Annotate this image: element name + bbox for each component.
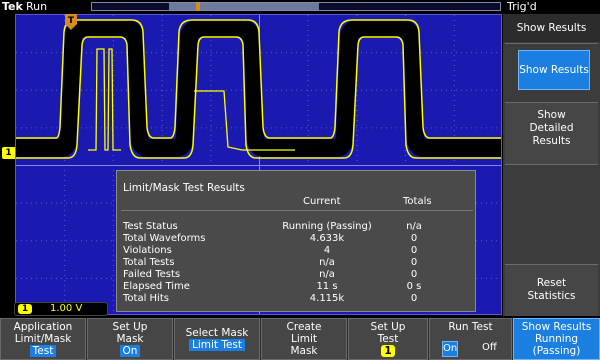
row-current: n/a xyxy=(319,269,335,280)
button-label-line: Statistics xyxy=(527,290,576,302)
side-menu: Show Results Show Results Show Detailed … xyxy=(503,14,600,316)
results-row: Failed Tests n/a 0 xyxy=(117,269,477,281)
row-current: n/a xyxy=(319,257,335,268)
row-label: Elapsed Time xyxy=(123,281,190,292)
record-trigger-marker xyxy=(196,2,200,11)
results-title: Limit/Mask Test Results xyxy=(123,182,245,194)
button-label-line: Run Test xyxy=(448,321,493,333)
button-label-line: (Passing) xyxy=(532,345,581,357)
trigger-position-icon[interactable]: T xyxy=(64,13,78,31)
button-label-line: Test xyxy=(377,333,399,345)
button-label-line: Results xyxy=(532,135,571,147)
results-row: Test Status Running (Passing) n/a xyxy=(117,221,477,233)
row-label: Failed Tests xyxy=(123,269,181,280)
show-results-button[interactable]: Show Results Running (Passing) xyxy=(513,318,600,360)
row-totals: 0 xyxy=(410,245,418,256)
button-label-line: Limit xyxy=(290,333,318,345)
application-button[interactable]: Application Limit/Mask Test xyxy=(0,318,86,360)
brand-logo: Tek xyxy=(2,0,23,13)
status-bar: Tek Run Trig'd xyxy=(0,0,600,14)
button-label-line: Mask xyxy=(116,333,144,345)
results-panel: Limit/Mask Test Results Current Totals T… xyxy=(116,170,476,312)
button-value: Limit Test xyxy=(188,339,246,351)
row-totals: 0 xyxy=(410,269,418,280)
record-view-bar[interactable] xyxy=(91,2,501,11)
button-label-line: Mask xyxy=(290,345,318,357)
button-label-line: Set Up xyxy=(370,321,406,333)
row-current: 4 xyxy=(323,245,331,256)
side-empty-slot xyxy=(505,164,598,264)
side-show-detailed-results-button[interactable]: Show Detailed Results xyxy=(505,102,598,164)
results-row: Violations 4 0 xyxy=(117,245,477,257)
bottom-menu: Application Limit/Mask Test Set Up Mask … xyxy=(0,318,600,360)
column-current: Current xyxy=(303,196,341,207)
row-label: Violations xyxy=(123,245,172,256)
row-totals: n/a xyxy=(406,221,422,232)
button-label-line: Show Results xyxy=(521,321,592,333)
button-label-line: Show xyxy=(537,109,566,121)
results-row: Total Tests n/a 0 xyxy=(117,257,477,269)
record-view-window[interactable] xyxy=(169,3,319,10)
channel1-chip: 1 xyxy=(18,304,32,314)
row-totals: 0 xyxy=(410,257,418,268)
row-label: Total Tests xyxy=(123,257,175,268)
trigger-marker-label: T xyxy=(68,16,75,26)
row-current: 11 s xyxy=(316,281,338,292)
set-up-test-button[interactable]: Set Up Test 1 xyxy=(348,318,428,360)
side-menu-title: Show Results xyxy=(503,14,600,42)
row-label: Total Waveforms xyxy=(123,233,206,244)
channel1-scale: 1.00 V xyxy=(50,303,83,314)
set-up-mask-button[interactable]: Set Up Mask On xyxy=(87,318,173,360)
row-current: 4.633k xyxy=(309,233,345,244)
row-totals: 0 s xyxy=(406,281,422,292)
results-divider xyxy=(121,210,473,211)
button-label-line: Create xyxy=(286,321,322,333)
button-label-line: Running xyxy=(534,333,579,345)
results-row: Total Waveforms 4.633k 0 xyxy=(117,233,477,245)
run-test-on-option[interactable]: On xyxy=(442,341,458,357)
button-label-line: Application xyxy=(13,321,73,333)
button-label-line: Reset xyxy=(536,277,567,289)
channel1-scale-readout[interactable]: 1 1.00 V xyxy=(14,302,108,316)
button-label-line: Limit/Mask xyxy=(14,333,72,345)
side-show-results-button[interactable]: Show Results xyxy=(505,43,598,101)
button-label-line: Detailed xyxy=(529,122,574,134)
results-row: Total Hits 4.115k 0 xyxy=(117,293,477,305)
row-label: Test Status xyxy=(123,221,178,232)
run-test-button[interactable]: Run Test On Off xyxy=(429,318,512,360)
column-totals: Totals xyxy=(403,196,432,207)
row-current: Running (Passing) xyxy=(282,221,372,232)
run-test-off-option[interactable]: Off xyxy=(482,342,497,354)
results-row: Elapsed Time 11 s 0 s xyxy=(117,281,477,293)
acquisition-state: Run xyxy=(26,0,48,13)
row-totals: 0 xyxy=(410,293,418,304)
row-totals: 0 xyxy=(410,233,418,244)
create-limit-mask-button[interactable]: Create Limit Mask xyxy=(261,318,347,360)
channel1-ground-marker[interactable]: 1 xyxy=(2,147,15,159)
button-label-line: Select Mask xyxy=(185,327,249,339)
row-current: 4.115k xyxy=(309,293,345,304)
button-label-line: Set Up xyxy=(112,321,148,333)
source-channel-chip: 1 xyxy=(381,345,395,357)
row-label: Total Hits xyxy=(123,293,169,304)
select-mask-button[interactable]: Select Mask Limit Test xyxy=(174,318,260,360)
button-value: Test xyxy=(29,345,57,357)
side-show-results-label: Show Results xyxy=(518,50,590,90)
button-value: On xyxy=(119,345,141,357)
side-reset-statistics-button[interactable]: Reset Statistics xyxy=(505,264,598,316)
trigger-status: Trig'd xyxy=(507,0,537,13)
